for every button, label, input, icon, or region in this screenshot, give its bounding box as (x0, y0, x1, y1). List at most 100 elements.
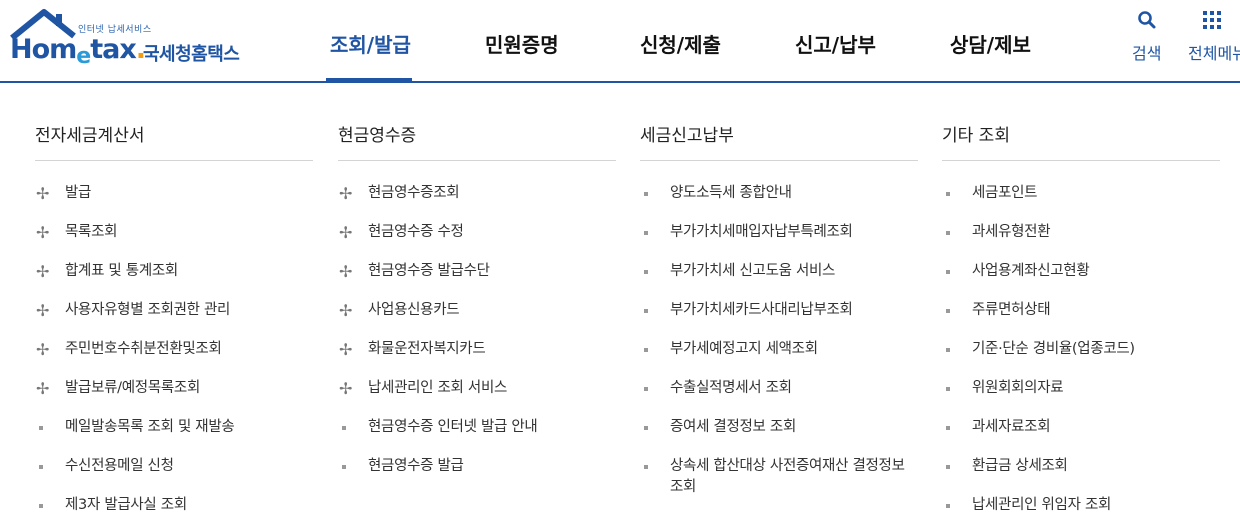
menu-item-label: 부가가치세 신고도움 서비스 (670, 263, 836, 279)
column-title: 전자세금계산서 (35, 121, 313, 161)
menu-item-label: 현금영수증 발급수단 (368, 263, 490, 279)
menu-item[interactable]: 부가가치세카드사대리납부조회 (640, 292, 918, 331)
search-icon (1137, 11, 1156, 29)
square-bullet-icon (946, 309, 950, 313)
gnb-item-inquiry[interactable]: 조회/발급 (310, 0, 465, 83)
square-bullet-icon (946, 192, 950, 196)
square-bullet-icon (946, 387, 950, 391)
menu-item[interactable]: 부가세예정고지 세액조회 (640, 331, 918, 370)
menu-list: ✢ 발급 ✢ 목록조회 ✢ 합계표 및 통계조회 ✢ 사용자유형별 조회권한 관리 ✢ 주민번호수… (35, 175, 313, 526)
menu-item[interactable]: ✢ 목록조회 (35, 214, 313, 253)
menu-item[interactable]: 주류면허상태 (942, 292, 1220, 331)
square-bullet-icon (39, 504, 43, 508)
plus-bullet-icon: ✢ (36, 301, 50, 320)
plus-bullet-icon: ✢ (36, 262, 50, 281)
gnb-item-application[interactable]: 신청/제출 (620, 0, 775, 81)
square-bullet-icon (644, 309, 648, 313)
menu-item[interactable]: ✢ 발급보류/예정목록조회 (35, 370, 313, 409)
menu-item-label: 사업용계좌신고현황 (972, 263, 1090, 279)
menu-list: ✢ 현금영수증조회 ✢ 현금영수증 수정 ✢ 현금영수증 발급수단 ✢ 사업용신용카드 ✢ 화물운… (338, 175, 616, 487)
menu-item-label: 현금영수증 발급 (368, 458, 464, 474)
menu-column-other: 기타 조회 세금포인트 과세유형전환 사업용계좌신고현황 주류면허상태 기준·단순 경비… (942, 121, 1220, 526)
menu-item[interactable]: 위원회회의자료 (942, 370, 1220, 409)
menu-item[interactable]: 제3자 발급사실 조회 (35, 487, 313, 526)
menu-item-label: 수신전용메일 신청 (65, 458, 174, 474)
hometax-logo[interactable]: 인터넷 납세서비스 Hometax. 국세청홈택스 (8, 8, 248, 74)
menu-item[interactable]: 수출실적명세서 조회 (640, 370, 918, 409)
plus-bullet-icon: ✢ (36, 184, 50, 203)
square-bullet-icon (644, 270, 648, 274)
menu-item-label: 사업용신용카드 (368, 302, 460, 318)
menu-item-label: 목록조회 (65, 224, 118, 240)
square-bullet-icon (644, 231, 648, 235)
menu-item[interactable]: 기준·단순 경비율(업종코드) (942, 331, 1220, 370)
plus-bullet-icon: ✢ (339, 223, 353, 242)
logo-korean-name: 국세청홈택스 (143, 44, 240, 65)
menu-item[interactable]: ✢ 현금영수증 수정 (338, 214, 616, 253)
square-bullet-icon (342, 465, 346, 469)
square-bullet-icon (644, 348, 648, 352)
plus-bullet-icon: ✢ (339, 184, 353, 203)
square-bullet-icon (644, 387, 648, 391)
plus-bullet-icon: ✢ (339, 340, 353, 359)
search-button[interactable]: 검색 (1132, 10, 1161, 64)
all-menu-button[interactable]: 전체메뉴 (1188, 10, 1240, 64)
menu-item[interactable]: 현금영수증 인터넷 발급 안내 (338, 409, 616, 448)
square-bullet-icon (946, 348, 950, 352)
menu-item[interactable]: 증여세 결정정보 조회 (640, 409, 918, 448)
square-bullet-icon (946, 465, 950, 469)
logo-wordmark: Hometax. (10, 34, 146, 69)
menu-item-label: 메일발송목록 조회 및 재발송 (65, 419, 235, 435)
square-bullet-icon (946, 426, 950, 430)
menu-item-label: 과세유형전환 (972, 224, 1051, 240)
menu-item[interactable]: 부가가치세매입자납부특례조회 (640, 214, 918, 253)
menu-item[interactable]: ✢ 사용자유형별 조회권한 관리 (35, 292, 313, 331)
column-title: 세금신고납부 (640, 121, 918, 161)
menu-item[interactable]: ✢ 현금영수증 발급수단 (338, 253, 616, 292)
gnb-item-report-payment[interactable]: 신고/납부 (775, 0, 930, 81)
square-bullet-icon (946, 504, 950, 508)
menu-item[interactable]: ✢ 현금영수증조회 (338, 175, 616, 214)
menu-item-label: 양도소득세 종합안내 (670, 185, 792, 201)
menu-item[interactable]: ✢ 납세관리인 조회 서비스 (338, 370, 616, 409)
plus-bullet-icon: ✢ (36, 223, 50, 242)
menu-item-label: 증여세 결정정보 조회 (670, 419, 796, 435)
plus-bullet-icon: ✢ (36, 379, 50, 398)
menu-item-label: 합계표 및 통계조회 (65, 263, 178, 279)
menu-item-label: 과세자료조회 (972, 419, 1051, 435)
menu-item[interactable]: 양도소득세 종합안내 (640, 175, 918, 214)
menu-item[interactable]: 메일발송목록 조회 및 재발송 (35, 409, 313, 448)
menu-column-e-tax-invoice: 전자세금계산서 ✢ 발급 ✢ 목록조회 ✢ 합계표 및 통계조회 ✢ 사용자유형별 조회권한 … (35, 121, 313, 526)
menu-item[interactable]: 과세자료조회 (942, 409, 1220, 448)
square-bullet-icon (39, 426, 43, 430)
menu-item[interactable]: ✢ 사업용신용카드 (338, 292, 616, 331)
plus-bullet-icon: ✢ (36, 340, 50, 359)
menu-item[interactable]: 세금포인트 (942, 175, 1220, 214)
gnb-item-consult[interactable]: 상담/제보 (930, 0, 1085, 81)
menu-item[interactable]: 납세관리인 위임자 조회 (942, 487, 1220, 526)
menu-item[interactable]: ✢ 화물운전자복지카드 (338, 331, 616, 370)
menu-item[interactable]: 사업용계좌신고현황 (942, 253, 1220, 292)
square-bullet-icon (644, 465, 648, 469)
mega-menu: 전자세금계산서 ✢ 발급 ✢ 목록조회 ✢ 합계표 및 통계조회 ✢ 사용자유형별 조회권한 … (0, 83, 1240, 513)
menu-item[interactable]: ✢ 발급 (35, 175, 313, 214)
square-bullet-icon (946, 231, 950, 235)
gnb-item-certificates[interactable]: 민원증명 (465, 0, 620, 81)
menu-item[interactable]: ✢ 주민번호수취분전환및조회 (35, 331, 313, 370)
menu-item[interactable]: ✢ 합계표 및 통계조회 (35, 253, 313, 292)
square-bullet-icon (644, 192, 648, 196)
square-bullet-icon (946, 270, 950, 274)
search-label: 검색 (1132, 44, 1162, 63)
menu-item[interactable]: 환급금 상세조회 (942, 448, 1220, 487)
menu-item[interactable]: 과세유형전환 (942, 214, 1220, 253)
menu-item[interactable]: 상속세 합산대상 사전증여재산 결정정보 조회 (640, 448, 918, 508)
menu-item[interactable]: 수신전용메일 신청 (35, 448, 313, 487)
menu-item[interactable]: 부가가치세 신고도움 서비스 (640, 253, 918, 292)
menu-item-label: 기준·단순 경비율(업종코드) (972, 341, 1135, 357)
menu-item-label: 주류면허상태 (972, 302, 1051, 318)
menu-item[interactable]: 현금영수증 발급 (338, 448, 616, 487)
menu-item-label: 현금영수증조회 (368, 185, 460, 201)
plus-bullet-icon: ✢ (339, 379, 353, 398)
menu-column-cash-receipt: 현금영수증 ✢ 현금영수증조회 ✢ 현금영수증 수정 ✢ 현금영수증 발급수단 ✢ 사업용신용… (338, 121, 616, 487)
square-bullet-icon (39, 465, 43, 469)
